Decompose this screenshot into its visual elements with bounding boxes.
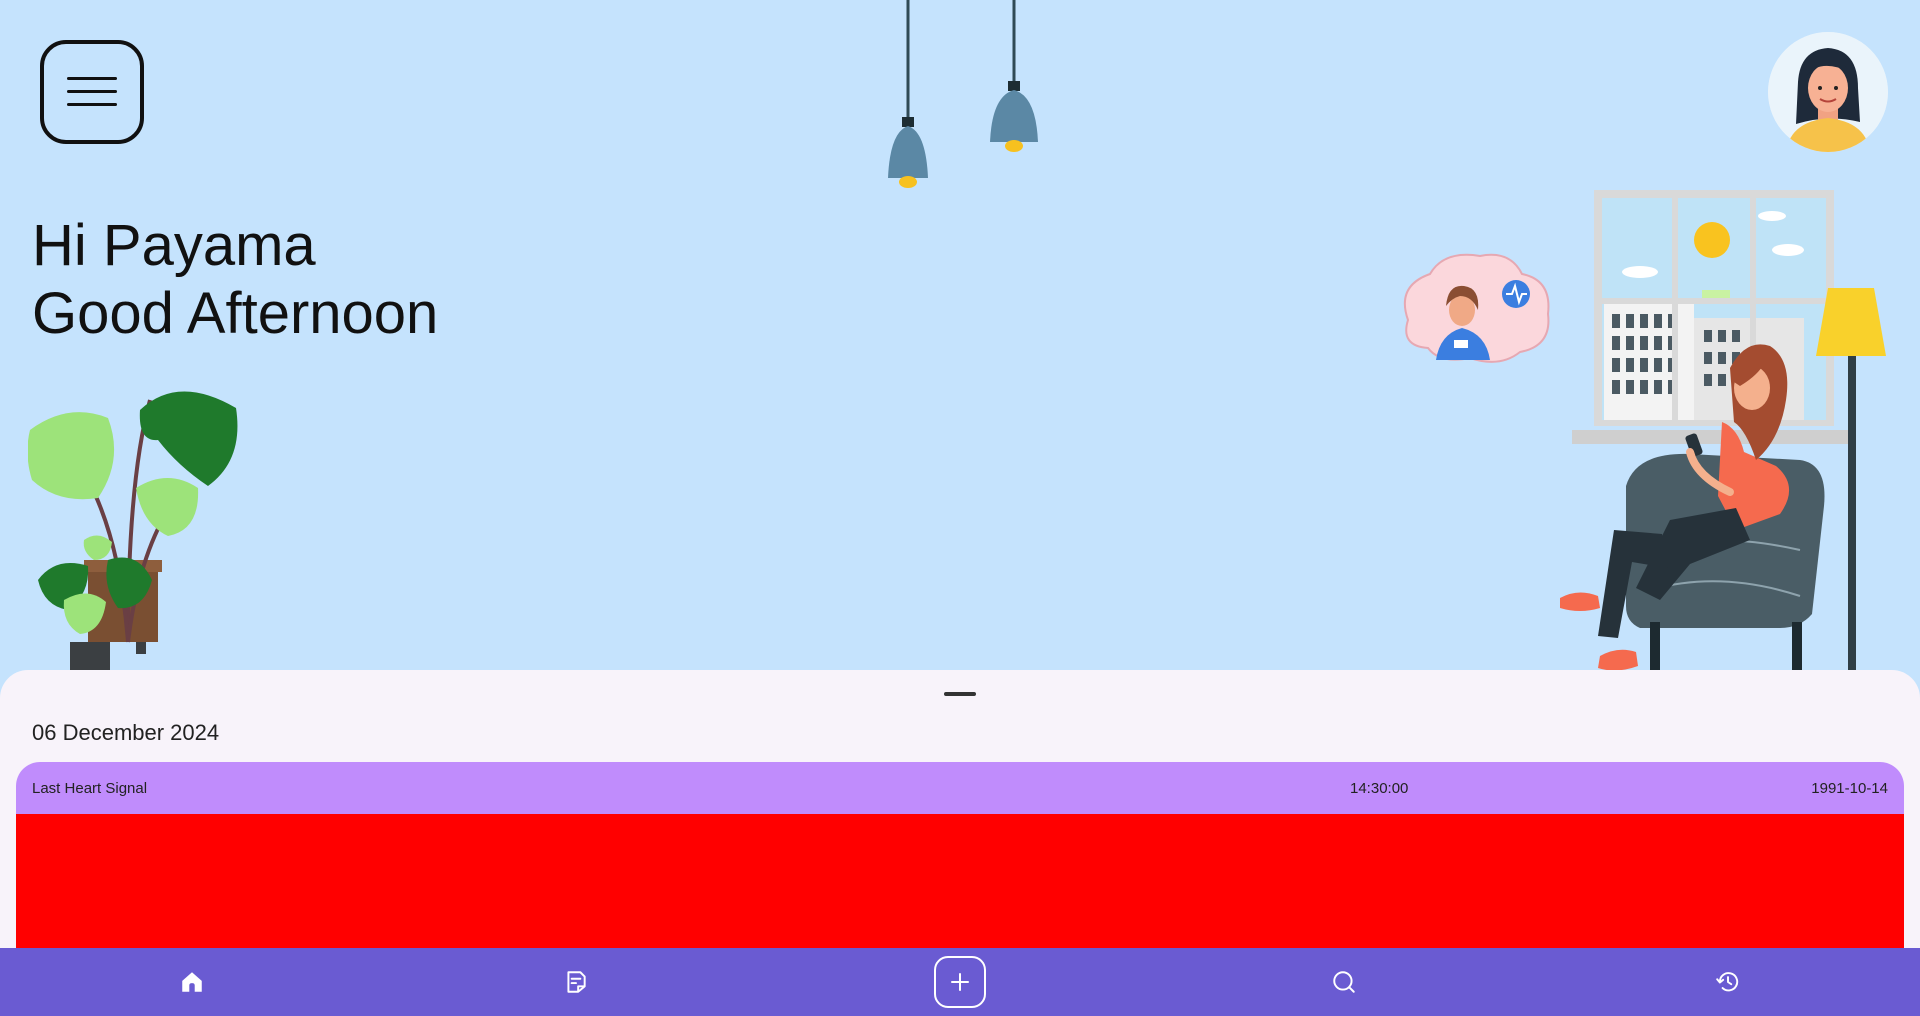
heart-signal-card[interactable]: Last Heart Signal 14:30:00 1991-10-14 (16, 762, 1904, 952)
nav-history[interactable] (1698, 948, 1758, 1016)
menu-button[interactable] (40, 40, 144, 144)
plant-illustration (28, 391, 238, 672)
current-date: 06 December 2024 (32, 720, 220, 745)
nav-documents[interactable] (546, 948, 606, 1016)
heart-signal-card-header: Last Heart Signal 14:30:00 1991-10-14 (16, 762, 1904, 814)
avatar[interactable] (1768, 32, 1888, 152)
add-icon (951, 973, 969, 991)
nav-search[interactable] (1314, 948, 1374, 1016)
nav-home[interactable] (162, 948, 222, 1016)
bottom-navigation (0, 948, 1920, 1016)
bottom-sheet: 06 December 2024 Last Heart Signal 14:30… (0, 670, 1920, 952)
greeting-time-of-day: Good Afternoon (32, 281, 439, 346)
doctor-thought-bubble (1403, 253, 1550, 363)
history-icon (1716, 972, 1739, 992)
hamburger-icon (67, 77, 117, 106)
search-icon (1333, 971, 1355, 993)
relaxing-woman-illustration (1403, 190, 1886, 680)
drag-handle[interactable] (944, 692, 976, 696)
greeting: Hi Payama Good Afternoon (32, 212, 438, 348)
card-title: Last Heart Signal (32, 779, 148, 797)
document-icon (567, 971, 586, 993)
pendant-lamp-icon (888, 0, 928, 188)
greeting-name: Hi Payama (32, 213, 316, 278)
home-icon (182, 972, 202, 992)
nav-add-button[interactable] (934, 956, 986, 1008)
card-time: 14:30:00 (1350, 779, 1409, 797)
hero-illustration: Hi Payama Good Afternoon (0, 0, 1920, 680)
pendant-lamp-icon (990, 0, 1038, 152)
heart-signal-card-body (16, 814, 1904, 952)
card-date: 1991-10-14 (1811, 779, 1888, 797)
user-avatar-icon (1768, 32, 1888, 152)
